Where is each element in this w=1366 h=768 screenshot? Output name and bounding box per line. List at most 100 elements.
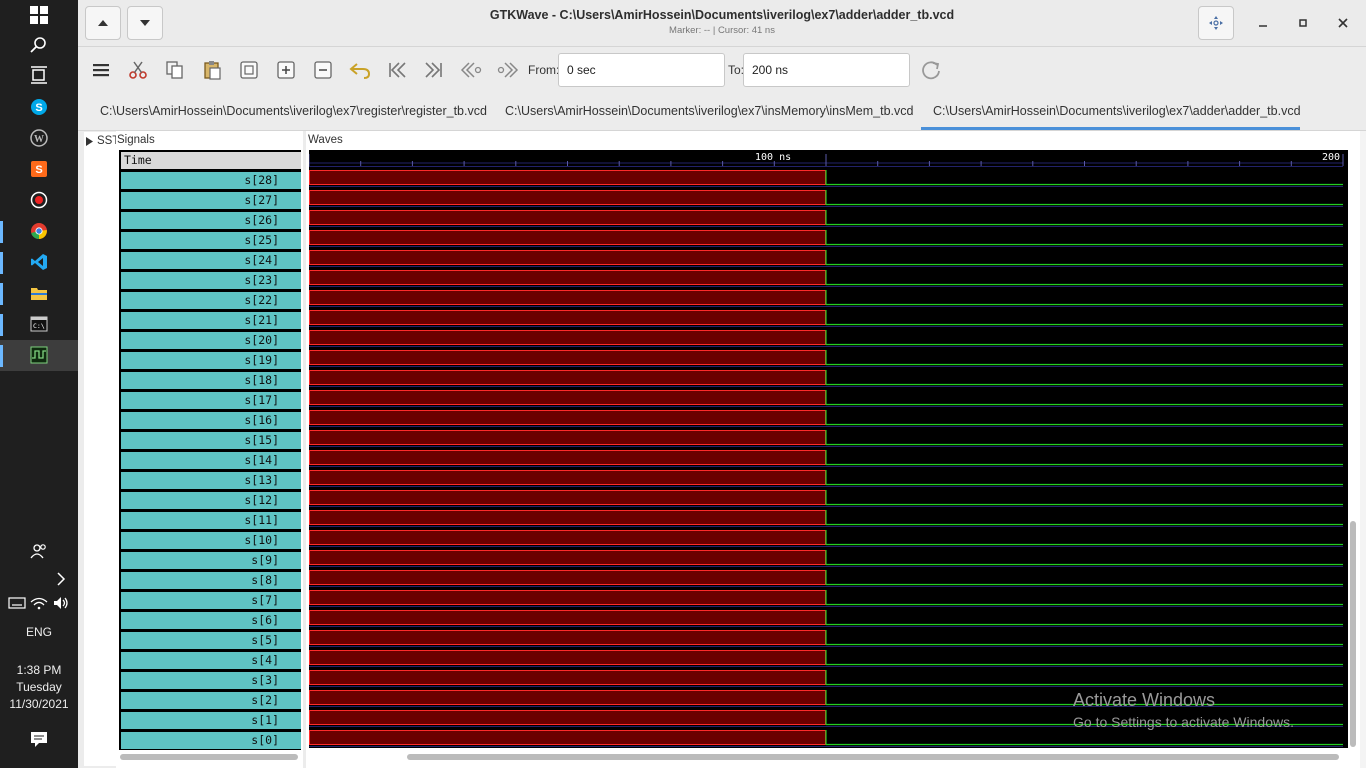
- menu-button[interactable]: [88, 57, 114, 83]
- file-tabs: C:\Users\AmirHossein\Documents\iverilog\…: [78, 94, 1366, 131]
- waves-horizontal-scrollbar[interactable]: [407, 754, 1339, 760]
- signal-row[interactable]: s[26]: [121, 212, 301, 229]
- maximize-button[interactable]: [1292, 12, 1314, 34]
- notification-icon[interactable]: [24, 724, 54, 754]
- undefined-region: [309, 590, 826, 605]
- undefined-region: [309, 630, 826, 645]
- signal-row[interactable]: s[1]: [121, 712, 301, 729]
- file-explorer-icon[interactable]: [24, 278, 54, 308]
- sst-expander[interactable]: SST: [86, 135, 119, 147]
- chrome-icon[interactable]: [24, 216, 54, 246]
- signal-row[interactable]: s[13]: [121, 472, 301, 489]
- signals-horizontal-scrollbar[interactable]: [120, 754, 298, 760]
- volume-icon[interactable]: [46, 588, 76, 618]
- skype-icon[interactable]: S: [24, 92, 54, 122]
- signal-row[interactable]: s[16]: [121, 412, 301, 429]
- gtkwave-icon[interactable]: [24, 340, 54, 370]
- time-signal-row[interactable]: Time: [121, 152, 301, 169]
- zoom-fit-button[interactable]: [236, 57, 262, 83]
- signal-row[interactable]: s[12]: [121, 492, 301, 509]
- signal-trace: [309, 490, 1343, 506]
- fullscreen-button[interactable]: [1198, 6, 1234, 40]
- cut-button[interactable]: [125, 57, 151, 83]
- waveform-display[interactable]: 100 ns 200: [308, 150, 1348, 748]
- signal-row[interactable]: s[27]: [121, 192, 301, 209]
- signal-row[interactable]: s[9]: [121, 552, 301, 569]
- tab-insmem-tb[interactable]: C:\Users\AmirHossein\Documents\iverilog\…: [505, 104, 913, 118]
- wordpress-icon[interactable]: W: [24, 123, 54, 153]
- signal-row[interactable]: s[0]: [121, 732, 301, 749]
- signal-trace: [309, 510, 1343, 526]
- signal-row[interactable]: s[8]: [121, 572, 301, 589]
- signal-row[interactable]: s[7]: [121, 592, 301, 609]
- zoom-out-button[interactable]: [310, 57, 336, 83]
- to-time-field[interactable]: 200 ns: [743, 53, 910, 87]
- clock-time[interactable]: 1:38 PM: [0, 663, 78, 677]
- zoom-in-icon: [277, 61, 295, 79]
- title-bar: GTKWave - C:\Users\AmirHossein\Documents…: [78, 0, 1366, 47]
- record-icon[interactable]: [24, 185, 54, 215]
- undefined-region: [309, 430, 826, 445]
- sublime-text-icon[interactable]: S: [24, 154, 54, 184]
- undefined-region: [309, 530, 826, 545]
- active-app-indicator: [0, 314, 3, 336]
- signal-row[interactable]: s[24]: [121, 252, 301, 269]
- paste-button[interactable]: [199, 57, 225, 83]
- signal-row[interactable]: s[28]: [121, 172, 301, 189]
- signal-row[interactable]: s[19]: [121, 352, 301, 369]
- tab-register-tb[interactable]: C:\Users\AmirHossein\Documents\iverilog\…: [100, 104, 487, 118]
- from-time-field[interactable]: 0 sec: [558, 53, 725, 87]
- active-app-indicator: [0, 221, 3, 243]
- language-indicator[interactable]: ENG: [0, 625, 78, 639]
- signal-row[interactable]: s[23]: [121, 272, 301, 289]
- undefined-region: [309, 170, 826, 185]
- signal-row[interactable]: s[21]: [121, 312, 301, 329]
- signal-trace: [309, 170, 1343, 186]
- signal-row[interactable]: s[11]: [121, 512, 301, 529]
- signal-row[interactable]: s[14]: [121, 452, 301, 469]
- reload-button[interactable]: [918, 57, 944, 83]
- find-previous-edge-button[interactable]: [458, 57, 484, 83]
- signal-row[interactable]: s[17]: [121, 392, 301, 409]
- clock-date[interactable]: 11/30/2021: [0, 697, 78, 711]
- copy-button[interactable]: [162, 57, 188, 83]
- undefined-region: [309, 570, 826, 585]
- signal-row[interactable]: s[18]: [121, 372, 301, 389]
- waves-vertical-scrollbar[interactable]: [1350, 521, 1356, 747]
- go-first-icon: [389, 62, 406, 78]
- signal-row[interactable]: s[25]: [121, 232, 301, 249]
- signal-row[interactable]: s[10]: [121, 532, 301, 549]
- zoom-to-start-button[interactable]: [384, 57, 410, 83]
- signal-row[interactable]: s[15]: [121, 432, 301, 449]
- people-icon[interactable]: [24, 536, 54, 566]
- vscode-icon[interactable]: [24, 247, 54, 277]
- zoom-to-end-button[interactable]: [421, 57, 447, 83]
- search-icon[interactable]: [24, 30, 54, 60]
- minimize-button[interactable]: [1252, 12, 1274, 34]
- windows-start-icon[interactable]: [24, 0, 54, 30]
- waveform-canvas[interactable]: 100 ns 200: [308, 150, 1348, 748]
- undefined-region: [309, 290, 826, 305]
- hamburger-menu-icon: [93, 64, 109, 77]
- undo-zoom-button[interactable]: [347, 57, 373, 83]
- signal-trace: [309, 450, 1343, 466]
- undefined-region: [309, 310, 826, 325]
- from-label: From:: [528, 63, 560, 77]
- command-prompt-icon[interactable]: C:\: [24, 309, 54, 339]
- task-view-icon[interactable]: [24, 60, 54, 90]
- time-ruler: [308, 154, 1344, 166]
- signal-row[interactable]: s[6]: [121, 612, 301, 629]
- tab-adder-tb[interactable]: C:\Users\AmirHossein\Documents\iverilog\…: [933, 104, 1301, 118]
- signal-row[interactable]: s[2]: [121, 692, 301, 709]
- find-next-edge-button[interactable]: [495, 57, 521, 83]
- close-button[interactable]: [1332, 12, 1354, 34]
- zoom-in-button[interactable]: [273, 57, 299, 83]
- undefined-region: [309, 370, 826, 385]
- signal-row[interactable]: s[5]: [121, 632, 301, 649]
- signal-row[interactable]: s[3]: [121, 672, 301, 689]
- signal-row[interactable]: s[20]: [121, 332, 301, 349]
- clock-day[interactable]: Tuesday: [0, 680, 78, 694]
- signal-row[interactable]: s[22]: [121, 292, 301, 309]
- svg-text:W: W: [34, 134, 44, 145]
- signal-row[interactable]: s[4]: [121, 652, 301, 669]
